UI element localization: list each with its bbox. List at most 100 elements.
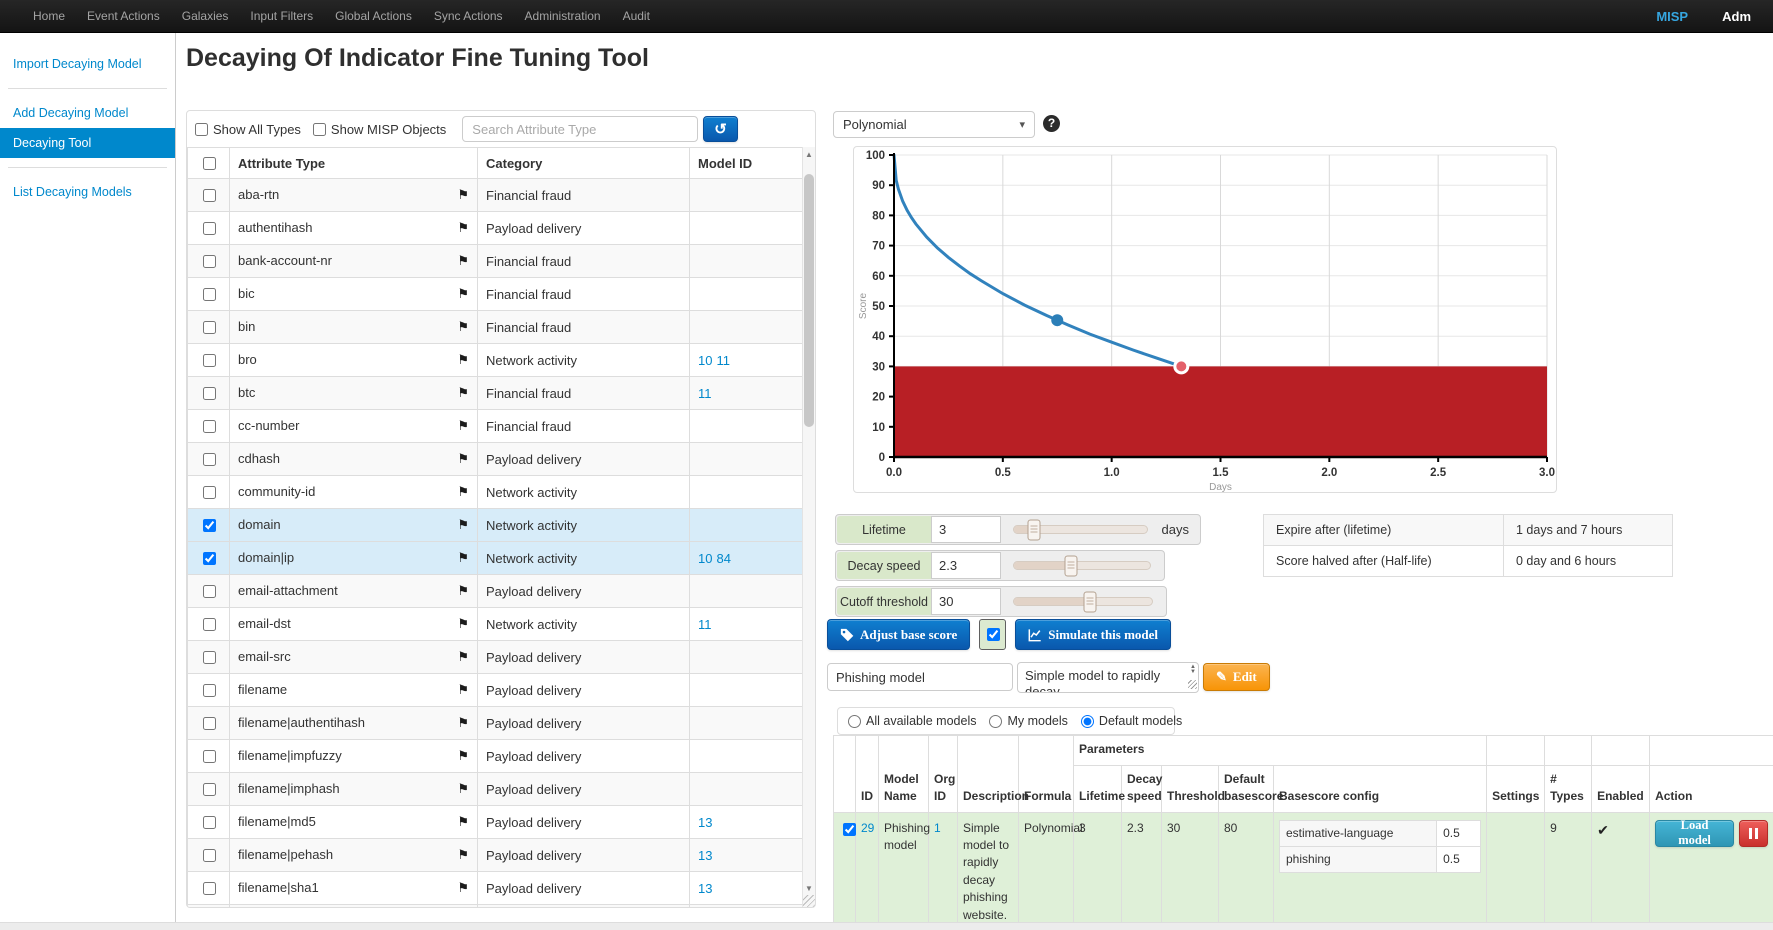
model-id-link-11[interactable]: 11 (698, 617, 712, 632)
model-id-link-10[interactable]: 10 (698, 551, 712, 566)
model-id-link-84[interactable]: 84 (716, 551, 730, 566)
formula-select[interactable]: Polynomial ▾ (833, 111, 1035, 138)
attribute-row-checkbox[interactable] (203, 783, 216, 796)
sidebar-item-import-decaying-model[interactable]: Import Decaying Model (0, 49, 175, 79)
attribute-row-checkbox[interactable] (203, 420, 216, 433)
lifetime-input[interactable] (931, 516, 1001, 543)
attribute-row-bic[interactable]: ⚑bicFinancial fraud (188, 278, 805, 311)
decay-speed-slider-handle[interactable] (1065, 555, 1078, 576)
model-filter-option-default-models[interactable]: Default models (1081, 714, 1182, 728)
attribute-row-filename-authentihash[interactable]: ⚑filename|authentihashPayload delivery (188, 707, 805, 740)
attribute-row-bank-account-nr[interactable]: ⚑bank-account-nrFinancial fraud (188, 245, 805, 278)
show-all-types-checkbox-label[interactable]: Show All Types (195, 122, 301, 137)
attribute-row-bro[interactable]: ⚑broNetwork activity1011 (188, 344, 805, 377)
model-id-link-13[interactable]: 13 (698, 848, 712, 863)
model-row[interactable]: 29 Phishing model 1 Simple model to rapi… (834, 812, 1773, 930)
attribute-row-community-id[interactable]: ⚑community-idNetwork activity (188, 476, 805, 509)
radio-default-models[interactable] (1081, 715, 1094, 728)
adjust-base-score-button[interactable]: Adjust base score (827, 619, 970, 650)
show-misp-objects-checkbox[interactable] (313, 123, 326, 136)
navbar-user-menu[interactable]: Adm (1722, 9, 1751, 24)
decay-speed-slider[interactable] (1013, 561, 1151, 570)
attribute-row-checkbox[interactable] (203, 519, 216, 532)
nav-item-global-actions[interactable]: Global Actions (324, 0, 423, 33)
cutoff-dot[interactable] (1175, 360, 1188, 373)
search-attribute-type-input[interactable] (462, 116, 698, 142)
scrollbar-thumb[interactable] (804, 174, 814, 427)
attribute-row-checkbox[interactable] (203, 255, 216, 268)
attribute-row-checkbox[interactable] (203, 288, 216, 301)
model-row-checkbox[interactable] (843, 823, 856, 836)
panel-resize-grip[interactable] (803, 895, 815, 907)
attribute-row-cc-number[interactable]: ⚑cc-numberFinancial fraud (188, 410, 805, 443)
radio-my-models[interactable] (989, 715, 1002, 728)
model-id-link-10[interactable]: 10 (698, 353, 712, 368)
attribute-row-checkbox[interactable] (203, 552, 216, 565)
attribute-row-checkbox[interactable] (203, 585, 216, 598)
attribute-row-bin[interactable]: ⚑binFinancial fraud (188, 311, 805, 344)
adjust-base-score-checkbox[interactable] (987, 628, 1000, 641)
attribute-row-checkbox[interactable] (203, 849, 216, 862)
attribute-row-checkbox[interactable] (203, 618, 216, 631)
nav-item-audit[interactable]: Audit (612, 0, 661, 33)
attribute-row-domain-ip[interactable]: ⚑domain|ipNetwork activity1084 (188, 542, 805, 575)
cutoff-threshold-slider[interactable] (1013, 597, 1153, 606)
attribute-row-filename-imphash[interactable]: ⚑filename|imphashPayload delivery (188, 773, 805, 806)
attribute-row-filename-md5[interactable]: ⚑filename|md5Payload delivery13 (188, 806, 805, 839)
select-all-checkbox[interactable] (203, 157, 216, 170)
nav-item-administration[interactable]: Administration (514, 0, 612, 33)
attribute-row-filename[interactable]: ⚑filenamePayload delivery (188, 674, 805, 707)
attribute-row-checkbox[interactable] (203, 750, 216, 763)
simulate-model-button[interactable]: Simulate this model (1015, 619, 1171, 650)
attribute-row-checkbox[interactable] (203, 717, 216, 730)
nav-item-input-filters[interactable]: Input Filters (239, 0, 324, 33)
sidebar-item-list-decaying-models[interactable]: List Decaying Models (0, 177, 175, 207)
nav-item-event-actions[interactable]: Event Actions (76, 0, 171, 33)
attribute-row-checkbox[interactable] (203, 387, 216, 400)
edit-model-button[interactable]: ✎ Edit (1203, 663, 1270, 691)
current-score-dot[interactable] (1051, 314, 1063, 326)
attribute-row-filename-impfuzzy[interactable]: ⚑filename|impfuzzyPayload delivery (188, 740, 805, 773)
sidebar-item-decaying-tool[interactable]: Decaying Tool (0, 128, 175, 158)
nav-item-home[interactable]: Home (22, 0, 76, 33)
help-icon[interactable]: ? (1043, 115, 1060, 132)
attribute-row-domain[interactable]: ⚑domainNetwork activity (188, 509, 805, 542)
scroll-up-icon[interactable]: ▲ (803, 148, 815, 162)
nav-item-galaxies[interactable]: Galaxies (171, 0, 240, 33)
attribute-row-authentihash[interactable]: ⚑authentihashPayload delivery (188, 212, 805, 245)
attribute-row-email-dst[interactable]: ⚑email-dstNetwork activity11 (188, 608, 805, 641)
decay-speed-input[interactable] (931, 552, 1001, 579)
attribute-row-cdhash[interactable]: ⚑cdhashPayload delivery (188, 443, 805, 476)
attribute-row-checkbox[interactable] (203, 453, 216, 466)
model-id-link-13[interactable]: 13 (698, 815, 712, 830)
attribute-row-checkbox[interactable] (203, 651, 216, 664)
attribute-row-checkbox[interactable] (203, 354, 216, 367)
textarea-spinner[interactable]: ▲▼ (1190, 665, 1196, 675)
nav-item-sync-actions[interactable]: Sync Actions (423, 0, 514, 33)
refresh-button[interactable]: ↺ (703, 116, 738, 142)
attribute-row-checkbox[interactable] (203, 189, 216, 202)
cutoff-threshold-slider-handle[interactable] (1083, 591, 1096, 612)
disable-model-button[interactable] (1739, 820, 1768, 847)
model-id-link-11[interactable]: 11 (716, 353, 730, 368)
attribute-row-filename-sha1[interactable]: ⚑filename|sha1Payload delivery13 (188, 872, 805, 905)
attribute-row-btc[interactable]: ⚑btcFinancial fraud11 (188, 377, 805, 410)
model-id-link[interactable]: 29 (861, 821, 874, 835)
textarea-resize-grip[interactable] (1188, 680, 1197, 689)
org-id-link[interactable]: 1 (934, 821, 941, 835)
attribute-row-checkbox[interactable] (203, 321, 216, 334)
lifetime-slider-handle[interactable] (1027, 519, 1040, 540)
model-id-link-11[interactable]: 11 (698, 386, 712, 401)
attribute-row-checkbox[interactable] (203, 684, 216, 697)
model-description-textarea[interactable]: Simple model to rapidly decay (1017, 662, 1199, 693)
load-model-button[interactable]: Load model (1655, 820, 1734, 847)
attribute-row-filename-pehash[interactable]: ⚑filename|pehashPayload delivery13 (188, 839, 805, 872)
attribute-row-checkbox[interactable] (203, 222, 216, 235)
attribute-row-email-src[interactable]: ⚑email-srcPayload delivery (188, 641, 805, 674)
model-id-link-13[interactable]: 13 (698, 881, 712, 896)
scroll-down-icon[interactable]: ▼ (803, 882, 815, 896)
show-misp-objects-checkbox-label[interactable]: Show MISP Objects (313, 122, 446, 137)
misp-brand[interactable]: MISP (1656, 9, 1688, 24)
attribute-row-email-attachment[interactable]: ⚑email-attachmentPayload delivery (188, 575, 805, 608)
model-filter-option-all-available-models[interactable]: All available models (848, 714, 976, 728)
